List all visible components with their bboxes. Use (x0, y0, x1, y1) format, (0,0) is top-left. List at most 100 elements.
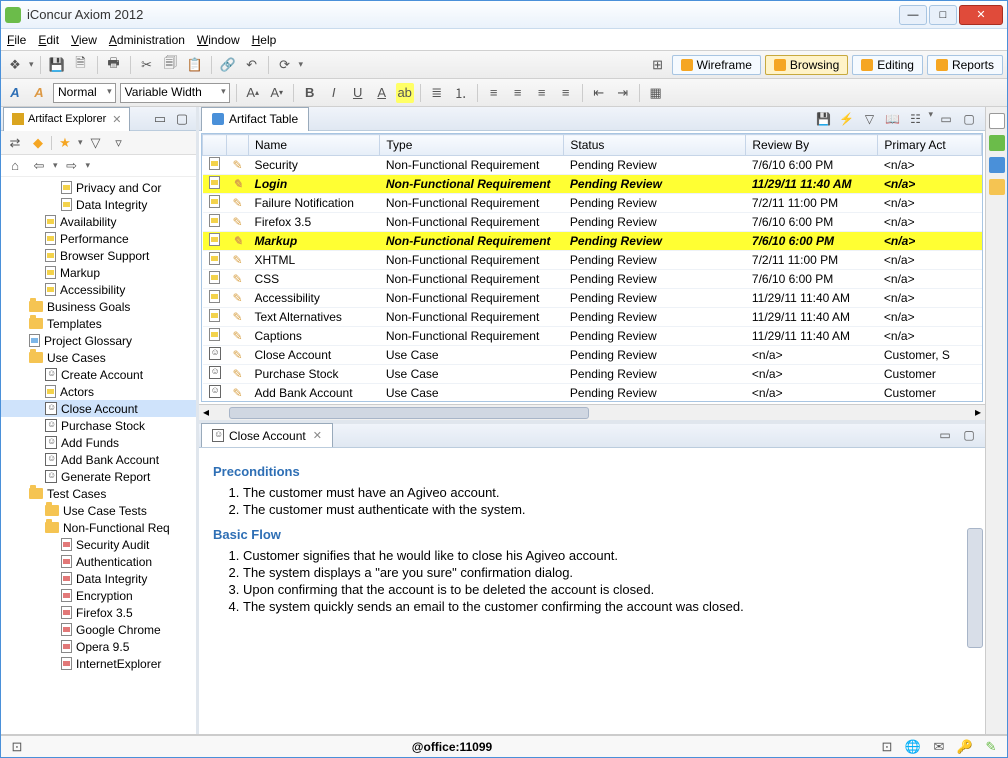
indent-icon[interactable]: ⇥ (613, 83, 633, 103)
horizontal-scrollbar[interactable]: ◂▸ (199, 404, 985, 420)
bullet-list-icon[interactable]: ≣ (427, 83, 447, 103)
close-icon[interactable]: ✕ (112, 113, 121, 126)
edit-icon[interactable]: ✎ (981, 737, 1001, 757)
close-account-tab[interactable]: Close Account ✕ (201, 423, 333, 447)
highlight-icon[interactable]: ab (396, 83, 414, 103)
refresh-icon[interactable]: ⟳ (275, 55, 295, 75)
font-decrease-icon[interactable]: A▾ (267, 83, 287, 103)
artifact-table-tab[interactable]: Artifact Table (201, 107, 309, 131)
filter-icon[interactable]: ▽ (86, 133, 106, 153)
edit-icon[interactable]: ✎ (227, 346, 249, 365)
align-center-icon[interactable]: ≡ (508, 83, 528, 103)
number-list-icon[interactable]: ⒈ (451, 83, 471, 103)
favorite-icon[interactable]: ★ (55, 133, 75, 153)
minimize-view-icon[interactable]: ▭ (150, 109, 170, 129)
table-icon[interactable]: ▦ (646, 83, 666, 103)
print-icon[interactable]: 🖶 (104, 55, 124, 75)
tree-view-icon[interactable]: ☷ (905, 109, 925, 129)
table-row[interactable]: ✎XHTMLNon-Functional RequirementPending … (203, 251, 982, 270)
globe-icon[interactable]: 🌐 (903, 737, 923, 757)
tree-item[interactable]: Actors (1, 383, 196, 400)
edit-icon[interactable]: ✎ (227, 251, 249, 270)
artifact-explorer-tab[interactable]: Artifact Explorer ✕ (3, 107, 130, 131)
restore-icon[interactable] (989, 113, 1005, 129)
tree-item[interactable]: Non-Functional Req (1, 519, 196, 536)
menu-administration[interactable]: Administration (109, 33, 185, 47)
filter-icon[interactable]: ▽ (859, 109, 879, 129)
table-row[interactable]: ✎AccessibilityNon-Functional Requirement… (203, 289, 982, 308)
open-perspective-icon[interactable]: ⊞ (648, 55, 668, 75)
edit-icon[interactable]: ✎ (227, 213, 249, 232)
artifact-tree[interactable]: Privacy and CorData IntegrityAvailabilit… (1, 177, 196, 734)
table-row[interactable]: ✎CSSNon-Functional RequirementPending Re… (203, 270, 982, 289)
paste-icon[interactable]: 📋 (185, 55, 205, 75)
home-icon[interactable]: ⌂ (5, 156, 25, 176)
table-row[interactable]: ✎MarkupNon-Functional RequirementPending… (203, 232, 982, 251)
edit-icon[interactable]: ✎ (227, 175, 249, 194)
edit-icon[interactable]: ✎ (227, 289, 249, 308)
minimize-button[interactable]: — (899, 5, 927, 25)
tree-item[interactable]: Markup (1, 264, 196, 281)
minimize-icon[interactable]: ▭ (935, 425, 955, 445)
menu-window[interactable]: Window (197, 33, 240, 47)
tree-item[interactable]: Create Account (1, 366, 196, 383)
align-justify-icon[interactable]: ≡ (556, 83, 576, 103)
font-color-icon[interactable]: A (372, 83, 392, 103)
tree-item[interactable]: Security Audit (1, 536, 196, 553)
table-row[interactable]: ✎Firefox 3.5Non-Functional RequirementPe… (203, 213, 982, 232)
perspective-editing[interactable]: Editing (852, 55, 923, 75)
tree-item[interactable]: Use Cases (1, 349, 196, 366)
style-combo[interactable]: Normal (53, 83, 116, 103)
save-icon[interactable]: 💾 (813, 109, 833, 129)
forward-icon[interactable]: ⇨ (62, 156, 82, 176)
tree-item[interactable]: Performance (1, 230, 196, 247)
table-row[interactable]: ✎Add Bank AccountUse CasePending Review<… (203, 384, 982, 402)
table-row[interactable]: ✎Close AccountUse CasePending Review<n/a… (203, 346, 982, 365)
column-header[interactable]: Name (249, 135, 380, 156)
font-increase-icon[interactable]: A▴ (243, 83, 263, 103)
status-left-icon[interactable]: ⊡ (7, 737, 27, 757)
tree-item[interactable]: Close Account (1, 400, 196, 417)
align-right-icon[interactable]: ≡ (532, 83, 552, 103)
align-left-icon[interactable]: ≡ (484, 83, 504, 103)
key-icon[interactable]: 🔑 (955, 737, 975, 757)
menu-file[interactable]: File (7, 33, 26, 47)
tree-item[interactable]: Browser Support (1, 247, 196, 264)
tree-item[interactable]: Google Chrome (1, 621, 196, 638)
maximize-icon[interactable]: ▢ (959, 109, 979, 129)
column-header[interactable] (203, 135, 227, 156)
perspective-wireframe[interactable]: Wireframe (672, 55, 761, 75)
maximize-button[interactable]: □ (929, 5, 957, 25)
edit-icon[interactable]: ✎ (227, 232, 249, 251)
table-row[interactable]: ✎Failure NotificationNon-Functional Requ… (203, 194, 982, 213)
cut-icon[interactable]: ✂ (137, 55, 157, 75)
tree-item[interactable]: Use Case Tests (1, 502, 196, 519)
edit-icon[interactable]: ✎ (227, 384, 249, 402)
tree-item[interactable]: Add Bank Account (1, 451, 196, 468)
doc-icon[interactable] (989, 157, 1005, 173)
tree-item[interactable]: Project Glossary (1, 332, 196, 349)
table-row[interactable]: ✎CaptionsNon-Functional RequirementPendi… (203, 327, 982, 346)
tree-item[interactable]: Business Goals (1, 298, 196, 315)
column-header[interactable]: Type (380, 135, 564, 156)
edit-icon[interactable]: ✎ (227, 327, 249, 346)
envelope-icon[interactable]: ✉ (929, 737, 949, 757)
scroll-thumb[interactable] (229, 407, 589, 419)
save-icon[interactable]: 💾 (47, 55, 67, 75)
column-header[interactable] (227, 135, 249, 156)
tree-item[interactable]: InternetExplorer (1, 655, 196, 672)
tree-item[interactable]: Privacy and Cor (1, 179, 196, 196)
edit-icon[interactable]: ✎ (227, 156, 249, 175)
font-combo[interactable]: Variable Width (120, 83, 230, 103)
lightning-icon[interactable]: ⚡ (836, 109, 856, 129)
new-artifact-icon[interactable]: ❖ (5, 55, 25, 75)
tree-item[interactable]: Opera 9.5 (1, 638, 196, 655)
back-icon[interactable]: ⇦ (29, 156, 49, 176)
column-header[interactable]: Status (564, 135, 746, 156)
tree-item[interactable]: Firefox 3.5 (1, 604, 196, 621)
outdent-icon[interactable]: ⇤ (589, 83, 609, 103)
table-row[interactable]: ✎Text AlternativesNon-Functional Require… (203, 308, 982, 327)
close-icon[interactable]: ✕ (313, 429, 322, 442)
column-header[interactable]: Primary Act (878, 135, 982, 156)
edit-icon[interactable]: ✎ (227, 308, 249, 327)
